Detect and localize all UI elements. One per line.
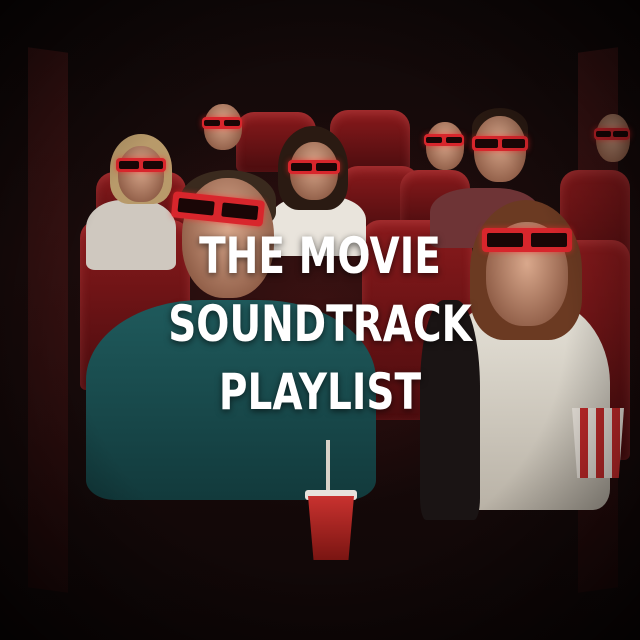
album-cover: THE MOVIE SOUNDTRACK PLAYLIST bbox=[0, 0, 640, 640]
3d-glasses-icon bbox=[202, 117, 242, 129]
title-line-3: PLAYLIST bbox=[218, 363, 422, 421]
3d-glasses-icon bbox=[116, 158, 166, 172]
3d-glasses-icon bbox=[472, 136, 528, 151]
title-line-1: THE MOVIE bbox=[199, 227, 441, 285]
cover-title: THE MOVIE SOUNDTRACK PLAYLIST bbox=[0, 222, 640, 426]
3d-glasses-icon bbox=[594, 128, 630, 140]
title-line-2: SOUNDTRACK bbox=[168, 295, 472, 353]
3d-glasses-icon bbox=[424, 134, 464, 146]
3d-glasses-icon bbox=[288, 160, 340, 174]
straw bbox=[326, 440, 330, 492]
drink-cup-icon bbox=[308, 496, 354, 560]
